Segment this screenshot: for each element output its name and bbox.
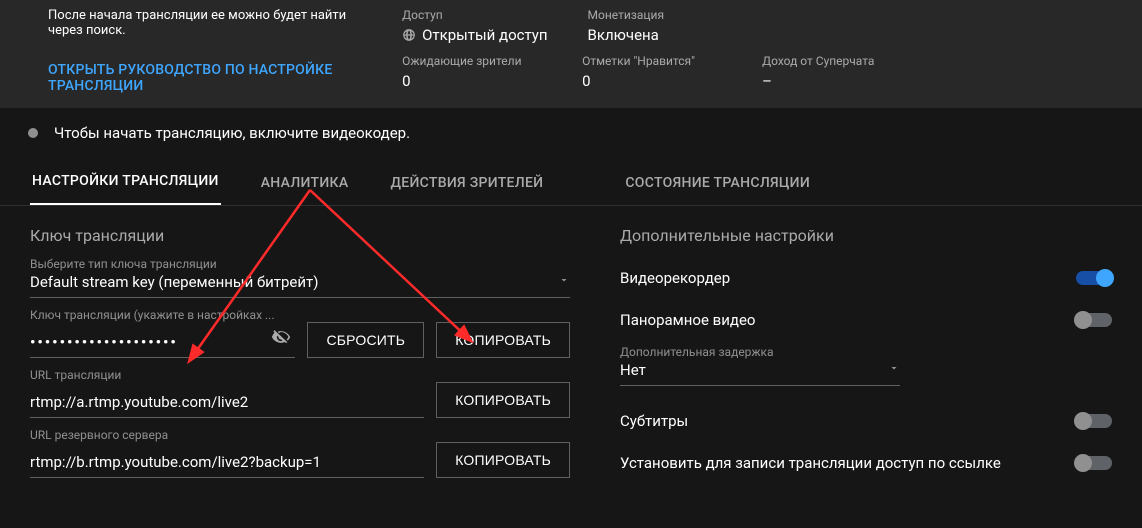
waiting-viewers-value: 0 xyxy=(402,72,542,90)
dvr-toggle[interactable] xyxy=(1076,271,1112,285)
visibility-off-icon[interactable] xyxy=(271,327,291,351)
chevron-down-icon xyxy=(558,274,570,290)
latency-caption: Дополнительная задержка xyxy=(620,345,1112,359)
stream-url-input[interactable]: rtmp://a.rtmp.youtube.com/live2 xyxy=(30,393,248,411)
backup-url-label: URL резервного сервера xyxy=(30,428,570,442)
copy-backup-button[interactable]: КОПИРОВАТЬ xyxy=(436,442,570,478)
panoramic-label: Панорамное видео xyxy=(620,311,755,329)
monetization-label: Монетизация xyxy=(588,8,728,22)
panoramic-toggle[interactable] xyxy=(1076,313,1112,327)
likes-value: 0 xyxy=(582,72,722,90)
latency-value: Нет xyxy=(620,361,888,379)
key-type-label: Выберите тип ключа трансляции xyxy=(30,257,570,271)
latency-select[interactable]: Нет xyxy=(620,359,900,386)
status-dot-icon xyxy=(28,128,38,138)
subtitles-toggle[interactable] xyxy=(1076,414,1112,428)
open-guide-link[interactable]: ОТКРЫТЬ РУКОВОДСТВО ПО НАСТРОЙКЕ ТРАНСЛЯ… xyxy=(48,62,374,94)
access-label: Доступ xyxy=(402,8,547,22)
stream-key-section-title: Ключ трансляции xyxy=(30,226,570,245)
tab-stream-settings[interactable]: НАСТРОЙКИ ТРАНСЛЯЦИИ xyxy=(30,159,221,205)
copy-url-button[interactable]: КОПИРОВАТЬ xyxy=(436,382,570,418)
superchat-label: Доход от Суперчата xyxy=(762,54,902,68)
waiting-viewers-label: Ожидающие зрители xyxy=(402,54,542,68)
unlisted-recording-toggle[interactable] xyxy=(1076,456,1112,470)
stream-url-label: URL трансляции xyxy=(30,368,570,382)
reset-key-button[interactable]: СБРОСИТЬ xyxy=(307,322,424,358)
key-type-value: Default stream key (переменный битрейт) xyxy=(30,273,558,291)
backup-url-input[interactable]: rtmp://b.rtmp.youtube.com/live2?backup=1 xyxy=(30,453,321,471)
likes-label: Отметки "Нравится" xyxy=(582,54,722,68)
chevron-down-icon xyxy=(888,362,900,378)
search-hint: После начала трансляции ее можно будет н… xyxy=(48,8,374,38)
key-type-select[interactable]: Default stream key (переменный битрейт) xyxy=(30,271,570,298)
tab-viewer-actions[interactable]: ДЕЙСТВИЯ ЗРИТЕЛЕЙ xyxy=(388,161,545,205)
stream-key-label: Ключ трансляции (укажите в настройках ..… xyxy=(30,308,570,322)
dvr-label: Видеорекордер xyxy=(620,269,730,287)
additional-settings-title: Дополнительные настройки xyxy=(620,226,1112,245)
globe-icon xyxy=(402,28,416,42)
copy-key-button[interactable]: КОПИРОВАТЬ xyxy=(436,322,570,358)
unlisted-recording-label: Установить для записи трансляции доступ … xyxy=(620,454,1001,472)
monetization-value: Включена xyxy=(588,26,728,44)
subtitles-label: Субтитры xyxy=(620,412,688,430)
encoder-status-text: Чтобы начать трансляцию, включите видеок… xyxy=(54,124,410,142)
superchat-value: – xyxy=(762,72,902,90)
tab-stream-status[interactable]: СОСТОЯНИЕ ТРАНСЛЯЦИИ xyxy=(623,161,812,205)
stream-key-input[interactable]: •••••••••••••••••••• xyxy=(30,333,178,351)
access-value: Открытый доступ xyxy=(422,26,547,44)
encoder-status-row: Чтобы начать трансляцию, включите видеок… xyxy=(0,108,1142,158)
tab-analytics[interactable]: АНАЛИТИКА xyxy=(259,161,351,205)
